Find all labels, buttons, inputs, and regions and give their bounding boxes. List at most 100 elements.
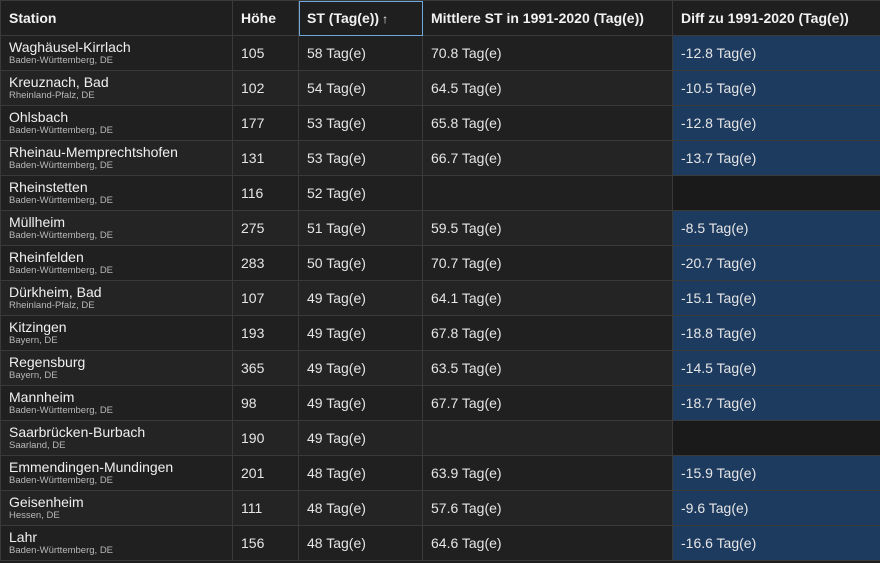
station-region: Baden-Württemberg, DE — [9, 475, 114, 486]
hoehe-cell: 105 — [232, 35, 299, 71]
station-cell: Ohlsbach Baden-Württemberg, DE — [0, 105, 233, 141]
station-table: Station Höhe ST (Tag(e)) ↑ Mittlere ST in… — [0, 0, 880, 561]
station-cell: Regensburg Bayern, DE — [0, 350, 233, 386]
mittel-cell: 63.5 Tag(e) — [422, 350, 673, 386]
mittel-cell — [422, 420, 673, 456]
station-cell: Saarbrücken-Burbach Saarland, DE — [0, 420, 233, 456]
station-region: Baden-Württemberg, DE — [9, 195, 114, 206]
table-row[interactable]: Emmendingen-Mundingen Baden-Württemberg, … — [0, 455, 880, 491]
mittel-cell: 64.5 Tag(e) — [422, 70, 673, 106]
table-row[interactable]: Lahr Baden-Württemberg, DE 156 48 Tag(e) 64.… — [0, 525, 880, 561]
hoehe-cell: 102 — [232, 70, 299, 106]
station-cell: Rheinstetten Baden-Württemberg, DE — [0, 175, 233, 211]
station-cell: Geisenheim Hessen, DE — [0, 490, 233, 526]
station-name: Kitzingen — [9, 319, 67, 335]
table-row[interactable]: Kreuznach, Bad Rheinland-Pfalz, DE 102 54 T… — [0, 70, 880, 106]
hoehe-cell: 116 — [232, 175, 299, 211]
column-header-st-label: ST (Tag(e)) — [307, 10, 380, 26]
st-cell: 49 Tag(e) — [298, 315, 423, 351]
mittel-cell — [422, 175, 673, 211]
table-row[interactable]: Dürkheim, Bad Rheinland-Pfalz, DE 107 49 Ta… — [0, 280, 880, 316]
mittel-cell: 63.9 Tag(e) — [422, 455, 673, 491]
station-name: Mannheim — [9, 389, 75, 405]
diff-cell: -18.8 Tag(e) — [672, 315, 880, 351]
station-name: Rheinau-Memprechtshofen — [9, 144, 178, 160]
station-cell: Mannheim Baden-Württemberg, DE — [0, 385, 233, 421]
station-region: Hessen, DE — [9, 510, 60, 521]
table-row[interactable]: Geisenheim Hessen, DE 111 48 Tag(e) 57.6 Tag… — [0, 490, 880, 526]
station-name: Emmendingen-Mundingen — [9, 459, 174, 475]
st-cell: 51 Tag(e) — [298, 210, 423, 246]
table-row[interactable]: Regensburg Bayern, DE 365 49 Tag(e) 63.5 Tag… — [0, 350, 880, 386]
table-row[interactable]: Rheinfelden Baden-Württemberg, DE 283 50 Ta… — [0, 245, 880, 281]
station-name: Lahr — [9, 529, 38, 545]
column-header-diff-label: Diff zu 1991-2020 (Tag(e)) — [681, 10, 849, 26]
column-header-mittel[interactable]: Mittlere ST in 1991-2020 (Tag(e)) — [422, 0, 673, 36]
st-cell: 52 Tag(e) — [298, 175, 423, 211]
station-name: Geisenheim — [9, 494, 84, 510]
hoehe-cell: 177 — [232, 105, 299, 141]
column-header-st[interactable]: ST (Tag(e)) ↑ — [298, 0, 423, 36]
st-cell: 48 Tag(e) — [298, 455, 423, 491]
station-name: Dürkheim, Bad — [9, 284, 102, 300]
diff-cell — [672, 175, 880, 211]
station-region: Bayern, DE — [9, 335, 58, 346]
station-name: Rheinstetten — [9, 179, 88, 195]
column-header-mittel-label: Mittlere ST in 1991-2020 (Tag(e)) — [431, 10, 644, 26]
mittel-cell: 66.7 Tag(e) — [422, 140, 673, 176]
hoehe-cell: 193 — [232, 315, 299, 351]
diff-cell — [672, 420, 880, 456]
station-region: Rheinland-Pfalz, DE — [9, 90, 95, 101]
diff-cell: -13.7 Tag(e) — [672, 140, 880, 176]
station-cell: Emmendingen-Mundingen Baden-Württemberg, … — [0, 455, 233, 491]
table-row[interactable]: Waghäusel-Kirrlach Baden-Württemberg, DE 1… — [0, 35, 880, 71]
mittel-cell: 70.7 Tag(e) — [422, 245, 673, 281]
station-region: Baden-Württemberg, DE — [9, 160, 114, 171]
station-name: Regensburg — [9, 354, 86, 370]
column-header-station-label: Station — [9, 10, 57, 26]
hoehe-cell: 275 — [232, 210, 299, 246]
table-row[interactable]: Rheinau-Memprechtshofen Baden-Württemberg… — [0, 140, 880, 176]
table-row[interactable]: Saarbrücken-Burbach Saarland, DE 190 49 Tag… — [0, 420, 880, 456]
table-row[interactable]: Rheinstetten Baden-Württemberg, DE 116 52 T… — [0, 175, 880, 211]
station-cell: Waghäusel-Kirrlach Baden-Württemberg, DE — [0, 35, 233, 71]
hoehe-cell: 156 — [232, 525, 299, 561]
st-cell: 54 Tag(e) — [298, 70, 423, 106]
diff-cell: -15.1 Tag(e) — [672, 280, 880, 316]
hoehe-cell: 98 — [232, 385, 299, 421]
mittel-cell: 65.8 Tag(e) — [422, 105, 673, 141]
station-name: Ohlsbach — [9, 109, 69, 125]
station-region: Baden-Württemberg, DE — [9, 265, 114, 276]
mittel-cell: 64.6 Tag(e) — [422, 525, 673, 561]
st-cell: 58 Tag(e) — [298, 35, 423, 71]
diff-cell: -18.7 Tag(e) — [672, 385, 880, 421]
diff-cell: -14.5 Tag(e) — [672, 350, 880, 386]
table-row[interactable]: Mannheim Baden-Württemberg, DE 98 49 Tag(e)… — [0, 385, 880, 421]
station-region: Bayern, DE — [9, 370, 58, 381]
mittel-cell: 57.6 Tag(e) — [422, 490, 673, 526]
mittel-cell: 59.5 Tag(e) — [422, 210, 673, 246]
st-cell: 48 Tag(e) — [298, 525, 423, 561]
st-cell: 49 Tag(e) — [298, 420, 423, 456]
table-row[interactable]: Müllheim Baden-Württemberg, DE 275 51 Tag(e… — [0, 210, 880, 246]
column-header-hoehe[interactable]: Höhe — [232, 0, 299, 36]
table-row[interactable]: Ohlsbach Baden-Württemberg, DE 177 53 Tag(e… — [0, 105, 880, 141]
column-header-station[interactable]: Station — [0, 0, 233, 36]
station-cell: Müllheim Baden-Württemberg, DE — [0, 210, 233, 246]
station-name: Saarbrücken-Burbach — [9, 424, 146, 440]
station-region: Saarland, DE — [9, 440, 66, 451]
station-region: Baden-Württemberg, DE — [9, 55, 114, 66]
table-row[interactable]: Kitzingen Bayern, DE 193 49 Tag(e) 67.8 Tag(… — [0, 315, 880, 351]
hoehe-cell: 365 — [232, 350, 299, 386]
station-region: Baden-Württemberg, DE — [9, 230, 114, 241]
hoehe-cell: 190 — [232, 420, 299, 456]
column-header-diff[interactable]: Diff zu 1991-2020 (Tag(e)) — [672, 0, 880, 36]
station-cell: Lahr Baden-Württemberg, DE — [0, 525, 233, 561]
station-cell: Rheinfelden Baden-Württemberg, DE — [0, 245, 233, 281]
station-cell: Kitzingen Bayern, DE — [0, 315, 233, 351]
diff-cell: -12.8 Tag(e) — [672, 35, 880, 71]
station-name: Kreuznach, Bad — [9, 74, 109, 90]
mittel-cell: 67.8 Tag(e) — [422, 315, 673, 351]
station-cell: Rheinau-Memprechtshofen Baden-Württemberg… — [0, 140, 233, 176]
st-cell: 50 Tag(e) — [298, 245, 423, 281]
